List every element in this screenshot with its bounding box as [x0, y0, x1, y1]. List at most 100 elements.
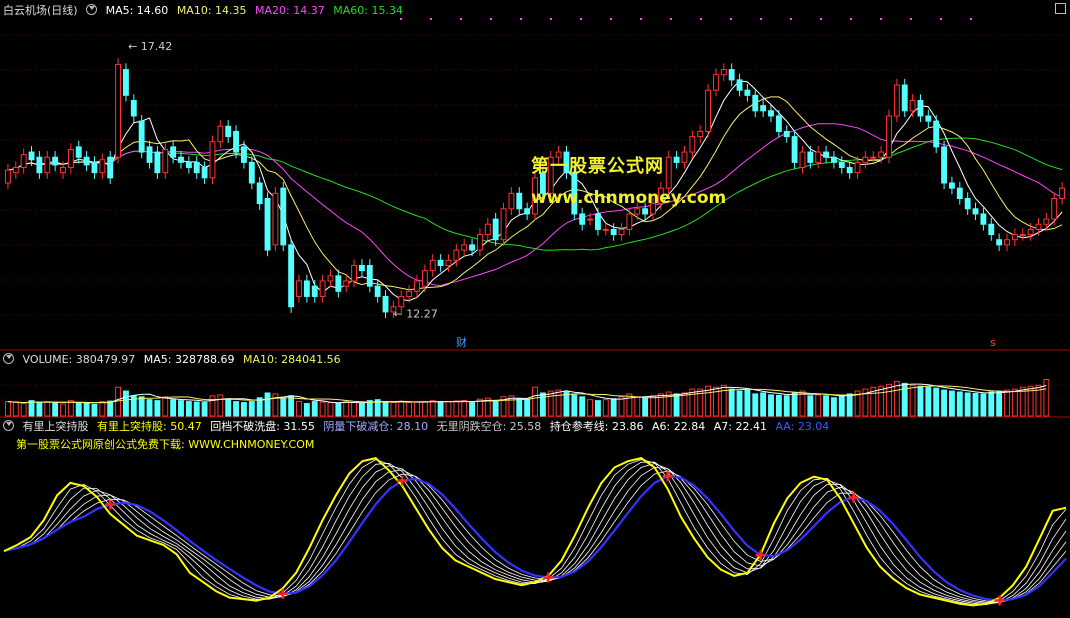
volume-bar — [799, 390, 806, 417]
candle-body — [201, 167, 208, 179]
candle-body — [587, 218, 594, 221]
signal-dot — [970, 18, 972, 20]
candle-body — [846, 167, 853, 174]
candle-body — [476, 234, 483, 251]
candle-body — [374, 285, 381, 297]
volume-bar — [736, 390, 743, 417]
candle-body — [1027, 228, 1034, 236]
signal-dot — [790, 18, 792, 20]
candle-body — [925, 115, 932, 122]
signal-dot — [580, 18, 582, 20]
candle-body — [626, 213, 633, 230]
signal-dot — [910, 18, 912, 20]
indicator-dropdown-icon[interactable] — [3, 420, 14, 431]
ma10-label: MA10: 14.35 — [176, 4, 247, 17]
signal-dot — [880, 18, 882, 20]
volume-bar — [846, 393, 853, 417]
volume-bar — [571, 394, 578, 417]
candle-body — [705, 89, 712, 132]
cross-signal-marker — [848, 492, 859, 503]
volume-bar — [138, 396, 145, 417]
signal-dot — [490, 18, 492, 20]
volume-dropdown-icon[interactable] — [3, 353, 14, 364]
candle-body — [138, 120, 145, 153]
volume-bar — [1004, 389, 1010, 417]
candle-body — [484, 223, 491, 236]
volume-bar — [75, 402, 82, 417]
candle-body — [217, 125, 224, 143]
chart-svg[interactable]: ← 17.42 ← 12.27 财 s — [0, 0, 1070, 614]
watermark-title: 第一股票公式网 — [531, 156, 664, 177]
candle-body — [1019, 234, 1026, 237]
indicator-l6: A6: 22.84 — [652, 420, 706, 433]
candle-body — [988, 223, 995, 236]
volume-bar — [610, 398, 617, 417]
candle-body — [807, 151, 814, 163]
candle-body — [36, 156, 43, 174]
candle-body — [712, 74, 719, 91]
volume-bar — [36, 401, 43, 417]
candle-body — [453, 249, 460, 261]
signal-dot — [460, 18, 462, 20]
volume-bar — [185, 401, 192, 417]
volume-bar — [925, 386, 932, 417]
dropdown-icon[interactable] — [86, 4, 98, 15]
volume-bar — [296, 401, 302, 417]
candle-body — [146, 146, 153, 163]
candle-body — [233, 130, 240, 153]
candle-body — [75, 146, 82, 158]
volume-bar — [382, 401, 389, 417]
candle-body — [791, 136, 798, 163]
volume-bar — [532, 386, 538, 417]
volume-bar — [351, 402, 358, 417]
volume-bar — [681, 392, 688, 417]
indicator-l3: 阴量下破减仓: 28.10 — [323, 420, 429, 433]
volume-bar — [752, 393, 759, 417]
stock-title[interactable]: 白云机场(日线) — [3, 4, 78, 17]
volume-bar — [886, 383, 892, 417]
candle-body — [4, 169, 11, 184]
candle-body — [752, 94, 759, 112]
ma20-label: MA20: 14.37 — [255, 4, 325, 17]
volume-bar — [768, 394, 774, 417]
volume-bar — [4, 401, 11, 417]
volume-bar — [122, 390, 129, 417]
indicator-l7: A7: 22.41 — [713, 420, 767, 433]
volume-bar — [594, 400, 601, 417]
candle-body — [996, 239, 1003, 246]
high-price-label: ← 17.42 — [128, 40, 172, 53]
volume-bar — [539, 392, 546, 417]
volume-bar — [193, 401, 200, 417]
candle-body — [240, 146, 247, 163]
volume-bar — [52, 402, 59, 417]
candle-body — [366, 265, 373, 287]
candle-body — [783, 130, 790, 138]
event-marker-cai: 财 — [456, 335, 467, 349]
promo-text: 第一股票公式网原创公式免费下载: WWW.CHNMONEY.COM — [16, 438, 315, 451]
volume-bar — [67, 400, 74, 417]
volume-bar — [461, 400, 468, 417]
volume-bar — [838, 394, 845, 417]
candle-body — [461, 244, 468, 251]
candle-body — [343, 280, 350, 287]
candle-body — [1035, 223, 1042, 230]
volume-bar — [390, 402, 397, 417]
indicator-name[interactable]: 有里上突持股 — [23, 420, 89, 433]
candle-body — [178, 156, 184, 163]
signal-dot — [610, 18, 612, 20]
candle-body — [122, 69, 129, 96]
ma5-label: MA5: 14.60 — [105, 4, 169, 17]
chart-stage[interactable]: ← 17.42 ← 12.27 财 s — [0, 0, 1070, 614]
candle-body — [264, 197, 271, 251]
candle-body — [162, 148, 169, 174]
volume-bar — [783, 395, 790, 417]
volume-bar — [744, 389, 751, 417]
candle-body — [154, 151, 161, 174]
candle-body — [67, 148, 74, 169]
pane-maximize-icon[interactable] — [1055, 3, 1066, 14]
candle-body — [870, 156, 877, 159]
indicator-l1: 有里上突持股: 50.47 — [97, 420, 202, 433]
volume-bar — [996, 390, 1003, 417]
candle-body — [823, 151, 830, 158]
indicator-l2: 回档不破洗盘: 31.55 — [210, 420, 315, 433]
